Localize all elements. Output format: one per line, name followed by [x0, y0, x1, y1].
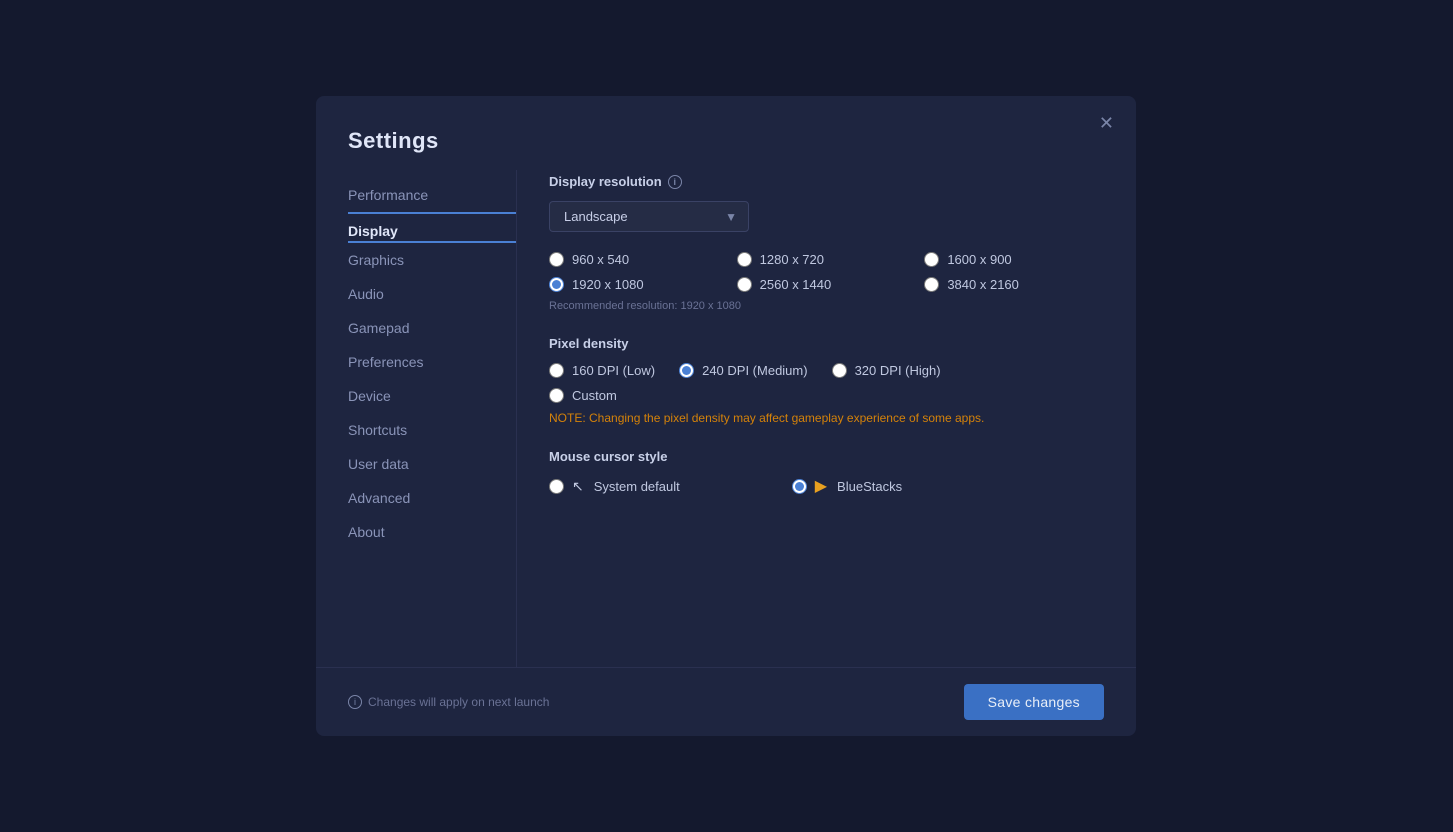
sidebar-item-device[interactable]: Device	[348, 379, 516, 413]
dpi-160-radio[interactable]	[549, 363, 564, 378]
dpi-options: 160 DPI (Low) 240 DPI (Medium) 320 DPI (…	[549, 363, 1104, 378]
cursor-system-default-radio[interactable]	[549, 479, 564, 494]
resolution-2560-1440[interactable]: 2560 x 1440	[737, 277, 917, 292]
dialog-footer: i Changes will apply on next launch Save…	[316, 667, 1136, 736]
close-button[interactable]: ✕	[1091, 110, 1122, 136]
sidebar-item-about[interactable]: About	[348, 515, 516, 549]
dialog-title: Settings	[316, 96, 1136, 170]
resolution-1280-720-radio[interactable]	[737, 252, 752, 267]
pixel-density-title: Pixel density	[549, 336, 1104, 351]
info-icon: i	[668, 175, 682, 189]
recommended-resolution-text: Recommended resolution: 1920 x 1080	[549, 300, 1104, 312]
footer-info-icon: i	[348, 695, 362, 709]
dpi-custom-radio[interactable]	[549, 388, 564, 403]
resolution-1280-720[interactable]: 1280 x 720	[737, 252, 917, 267]
resolution-1920-1080-radio[interactable]	[549, 277, 564, 292]
cursor-bluestacks-radio[interactable]	[792, 479, 807, 494]
sidebar-item-advanced[interactable]: Advanced	[348, 481, 516, 515]
dpi-320-radio[interactable]	[832, 363, 847, 378]
resolution-1600-900[interactable]: 1600 x 900	[924, 252, 1104, 267]
dpi-240[interactable]: 240 DPI (Medium)	[679, 363, 807, 378]
sidebar-item-user-data[interactable]: User data	[348, 447, 516, 481]
resolution-grid: 960 x 540 1280 x 720 1600 x 900 192	[549, 252, 1104, 292]
sidebar-item-audio[interactable]: Audio	[348, 277, 516, 311]
landscape-dropdown[interactable]: Landscape	[549, 201, 749, 232]
save-changes-button[interactable]: Save changes	[964, 684, 1104, 720]
dpi-custom[interactable]: Custom	[549, 388, 1104, 403]
sidebar-item-graphics[interactable]: Graphics	[348, 243, 516, 277]
sidebar: Performance Display Graphics Audio Gamep…	[316, 170, 516, 667]
sidebar-item-performance[interactable]: Performance	[348, 178, 516, 214]
dpi-320[interactable]: 320 DPI (High)	[832, 363, 941, 378]
cursor-options: ↖ System default ▶ BlueStacks	[549, 476, 1104, 496]
footer-note: i Changes will apply on next launch	[348, 695, 549, 709]
resolution-2560-1440-radio[interactable]	[737, 277, 752, 292]
settings-content: Display resolution i Landscape ▼	[516, 170, 1136, 667]
resolution-1600-900-radio[interactable]	[924, 252, 939, 267]
landscape-dropdown-container: Landscape ▼	[549, 201, 749, 232]
sidebar-item-preferences[interactable]: Preferences	[348, 345, 516, 379]
pixel-density-note: NOTE: Changing the pixel density may aff…	[549, 411, 1104, 425]
display-resolution-title: Display resolution i	[549, 174, 1104, 189]
cursor-system-default[interactable]: ↖ System default	[549, 478, 680, 495]
cursor-bluestacks[interactable]: ▶ BlueStacks	[792, 476, 902, 496]
sidebar-item-gamepad[interactable]: Gamepad	[348, 311, 516, 345]
resolution-960-540-radio[interactable]	[549, 252, 564, 267]
sidebar-item-shortcuts[interactable]: Shortcuts	[348, 413, 516, 447]
dpi-160[interactable]: 160 DPI (Low)	[549, 363, 655, 378]
sidebar-item-display[interactable]: Display	[348, 214, 516, 243]
resolution-3840-2160[interactable]: 3840 x 2160	[924, 277, 1104, 292]
bluestacks-cursor-icon: ▶	[815, 476, 827, 496]
resolution-1920-1080[interactable]: 1920 x 1080	[549, 277, 729, 292]
dpi-240-radio[interactable]	[679, 363, 694, 378]
resolution-3840-2160-radio[interactable]	[924, 277, 939, 292]
mouse-cursor-title: Mouse cursor style	[549, 449, 1104, 464]
resolution-960-540[interactable]: 960 x 540	[549, 252, 729, 267]
cursor-arrow-icon: ↖	[572, 478, 584, 495]
